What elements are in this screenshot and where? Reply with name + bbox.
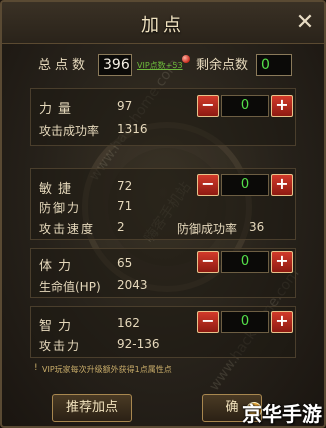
totals-row: 总点数 396 VIP点数+53 剩余点数 0 — [2, 54, 324, 78]
increase-button[interactable]: + — [271, 311, 293, 333]
sub-stat-value: 2043 — [117, 278, 148, 292]
title-bar: 加点 ✕ — [2, 2, 324, 44]
vip-tip-text: VIP玩家每次升级额外获得1点属性点 — [42, 365, 172, 374]
stamina-stepper: − 0 + — [197, 251, 293, 273]
stat-value: 65 — [117, 256, 133, 270]
brand-watermark: 京华手游 — [242, 402, 322, 426]
close-icon[interactable]: ✕ — [292, 10, 318, 36]
decrease-button[interactable]: − — [197, 95, 219, 117]
vip-points-link[interactable]: VIP点数+53 — [137, 60, 183, 71]
tip-icon: ! — [34, 363, 38, 373]
dialog-title: 加点 — [141, 15, 185, 36]
stepper-value[interactable]: 0 — [221, 251, 269, 273]
increase-button[interactable]: + — [271, 251, 293, 273]
decrease-button[interactable]: − — [197, 251, 219, 273]
remaining-points-label: 剩余点数 — [196, 58, 249, 73]
stat-value: 72 — [117, 179, 133, 193]
stat-group-intelligence: 智力 162 − 0 + 攻击力 92-136 — [30, 306, 296, 358]
remaining-points-value: 0 — [256, 54, 292, 76]
sub-stat-value: 92-136 — [117, 337, 160, 351]
sub-stat-value: 1316 — [117, 122, 148, 136]
sub-stat-label: 攻击力 — [39, 339, 82, 353]
total-points-label: 总点数 — [38, 58, 90, 73]
sub-stat-value: 2 — [117, 220, 125, 234]
stat-name: 智力 — [39, 319, 78, 334]
vip-gem-icon — [182, 55, 190, 63]
sub-stat-label: 防御成功率 — [177, 222, 238, 236]
decrease-button[interactable]: − — [197, 174, 219, 196]
sub-stat-label: 攻击速度 — [39, 222, 96, 236]
sub-stat-label: 防御力 — [39, 201, 82, 215]
stat-name: 敏捷 — [39, 182, 78, 197]
stat-name: 力量 — [39, 102, 78, 117]
strength-stepper: − 0 + — [197, 95, 293, 117]
add-points-dialog: www.hackhome.com 嗨客手机站 www.hackhome.com … — [0, 0, 326, 428]
stat-group-stamina: 体力 65 − 0 + 生命值(HP) 2043 — [30, 248, 296, 298]
sub-stat-value: 36 — [249, 220, 265, 234]
stat-group-strength: 力量 97 − 0 + 攻击成功率 1316 — [30, 88, 296, 146]
sub-stat-label: 攻击成功率 — [39, 124, 100, 138]
stepper-value[interactable]: 0 — [221, 311, 269, 333]
increase-button[interactable]: + — [271, 95, 293, 117]
stat-group-agility: 敏捷 72 − 0 + 防御力 71 攻击速度 2 防御成功率 36 — [30, 168, 296, 240]
sub-stat-value: 71 — [117, 199, 133, 213]
stat-value: 162 — [117, 316, 140, 330]
increase-button[interactable]: + — [271, 174, 293, 196]
sub-stat-label: 生命值(HP) — [39, 280, 101, 294]
intelligence-stepper: − 0 + — [197, 311, 293, 333]
stepper-value[interactable]: 0 — [221, 95, 269, 117]
stepper-value[interactable]: 0 — [221, 174, 269, 196]
agility-stepper: − 0 + — [197, 174, 293, 196]
decrease-button[interactable]: − — [197, 311, 219, 333]
recommend-points-button[interactable]: 推荐加点 — [52, 394, 132, 422]
stat-name: 体力 — [39, 259, 78, 274]
stat-value: 97 — [117, 99, 133, 113]
total-points-value: 396 — [98, 54, 132, 76]
